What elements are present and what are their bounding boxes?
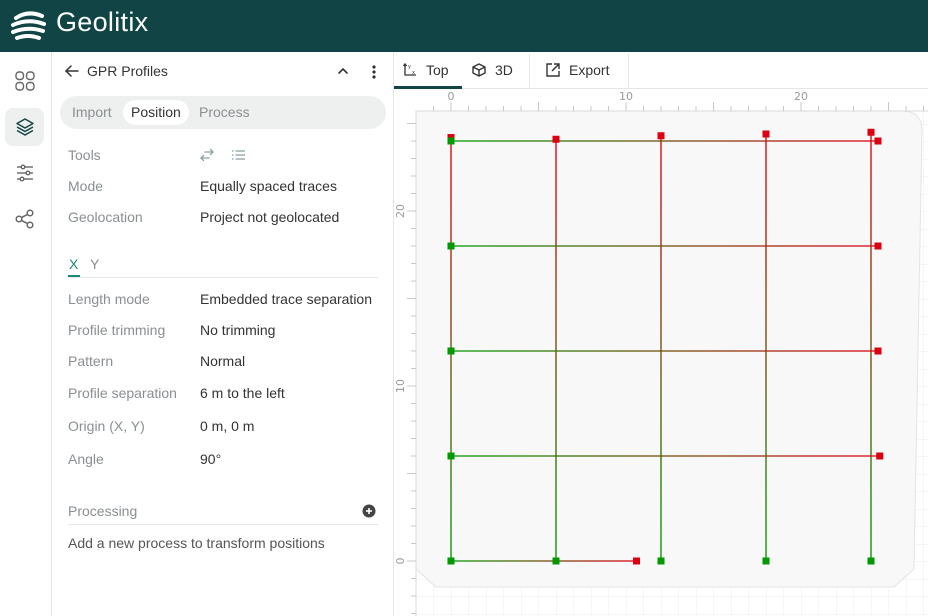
survey-area <box>415 110 923 588</box>
panel-tabs: Import Position Process <box>60 96 386 129</box>
x-tick-label: 20 <box>794 90 808 103</box>
processing-header: Processing <box>68 503 378 525</box>
length-mode-value[interactable]: Embedded trace separation <box>200 291 372 307</box>
add-process-icon[interactable] <box>362 504 376 518</box>
profile-end-marker <box>867 128 875 136</box>
profile-end-marker <box>874 347 882 355</box>
profile-start-marker <box>447 452 455 460</box>
mode-value[interactable]: Equally spaced traces <box>200 178 337 194</box>
tab-import[interactable]: Import <box>64 100 120 125</box>
swap-arrows-icon[interactable] <box>199 148 215 162</box>
divider <box>529 54 530 88</box>
svg-text:y: y <box>408 64 411 70</box>
chevron-up-icon[interactable] <box>336 64 350 78</box>
profile-end-marker <box>762 130 770 138</box>
y-tick-label: 10 <box>394 379 407 393</box>
angle-label: Angle <box>68 451 104 467</box>
tab-process[interactable]: Process <box>191 100 258 125</box>
profile-trimming-value[interactable]: No trimming <box>200 322 275 338</box>
profile-end-marker <box>657 132 665 140</box>
profile-start-marker <box>447 137 455 145</box>
x-tick-label: 0 <box>448 90 455 103</box>
grid-icon <box>14 71 35 91</box>
profile-end-marker <box>874 137 882 145</box>
profile-map-canvas[interactable]: 0 10 20 0 10 20 <box>394 89 928 616</box>
profile-end-marker <box>876 452 884 460</box>
y-tick-label: 20 <box>394 204 407 218</box>
tools-label: Tools <box>68 147 101 163</box>
processing-label: Processing <box>68 503 138 519</box>
origin-label: Origin (X, Y) <box>68 418 145 434</box>
profile-start-marker <box>657 557 665 565</box>
profile-start-marker <box>867 557 875 565</box>
processing-hint: Add a new process to transform positions <box>68 535 325 551</box>
mode-label: Mode <box>68 178 104 194</box>
axis-tabs: X Y <box>68 256 378 278</box>
list-icon[interactable] <box>231 149 246 161</box>
active-tab-indicator <box>68 275 80 277</box>
profile-start-marker <box>552 557 560 565</box>
export-label: Export <box>569 62 610 78</box>
properties-panel: GPR Profiles Import Position Process Too… <box>52 52 394 616</box>
tab-y[interactable]: Y <box>90 256 99 272</box>
geolocation-value[interactable]: Project not geolocated <box>200 209 339 225</box>
tab-3d-label: 3D <box>495 62 513 78</box>
nav-rail <box>0 52 52 616</box>
profile-start-marker <box>762 557 770 565</box>
globe-logo-icon <box>11 11 46 40</box>
rail-item-dashboard[interactable] <box>5 62 44 100</box>
profile-end-marker <box>552 135 560 143</box>
app-header: Geolitix <box>0 0 928 52</box>
length-mode-label: Length mode <box>68 291 150 307</box>
profile-separation-label: Profile separation <box>68 385 177 401</box>
share-icon <box>14 209 34 229</box>
export-button[interactable]: Export <box>545 52 609 88</box>
profile-start-marker <box>447 557 455 565</box>
tab-top-view[interactable]: y x Top <box>402 52 449 88</box>
profile-end-marker <box>633 557 640 565</box>
profile-start-marker <box>447 347 455 355</box>
svg-text:x: x <box>412 70 415 76</box>
tab-3d-view[interactable]: 3D <box>471 52 513 88</box>
panel-title: GPR Profiles <box>87 63 168 79</box>
sliders-icon <box>16 164 33 182</box>
divider <box>628 54 629 88</box>
more-vertical-icon[interactable] <box>366 63 382 81</box>
origin-value[interactable]: 0 m, 0 m <box>200 418 254 434</box>
profile-end-marker <box>874 242 882 250</box>
tab-x[interactable]: X <box>69 256 78 272</box>
y-tick-label: 0 <box>394 558 407 565</box>
rail-item-share[interactable] <box>5 200 44 238</box>
layers-icon <box>15 118 34 136</box>
cube-icon <box>472 63 486 77</box>
angle-value[interactable]: 90° <box>200 451 221 467</box>
rail-item-layers[interactable] <box>5 108 44 146</box>
export-icon <box>546 63 560 77</box>
geolocation-label: Geolocation <box>68 209 143 225</box>
pattern-label: Pattern <box>68 353 114 369</box>
axes-icon: y x <box>402 62 416 76</box>
rail-item-settings[interactable] <box>5 154 44 192</box>
brand-name: Geolitix <box>56 7 149 37</box>
profile-start-marker <box>447 242 455 250</box>
x-tick-label: 10 <box>619 90 633 103</box>
tab-top-label: Top <box>426 62 449 78</box>
profile-trimming-label: Profile trimming <box>68 322 166 338</box>
profile-separation-value[interactable]: 6 m to the left <box>200 385 285 401</box>
tab-position[interactable]: Position <box>123 100 189 125</box>
viewer-tabs: y x Top 3D Export <box>394 52 928 89</box>
pattern-value[interactable]: Normal <box>200 353 245 369</box>
back-arrow-icon[interactable] <box>64 63 80 79</box>
